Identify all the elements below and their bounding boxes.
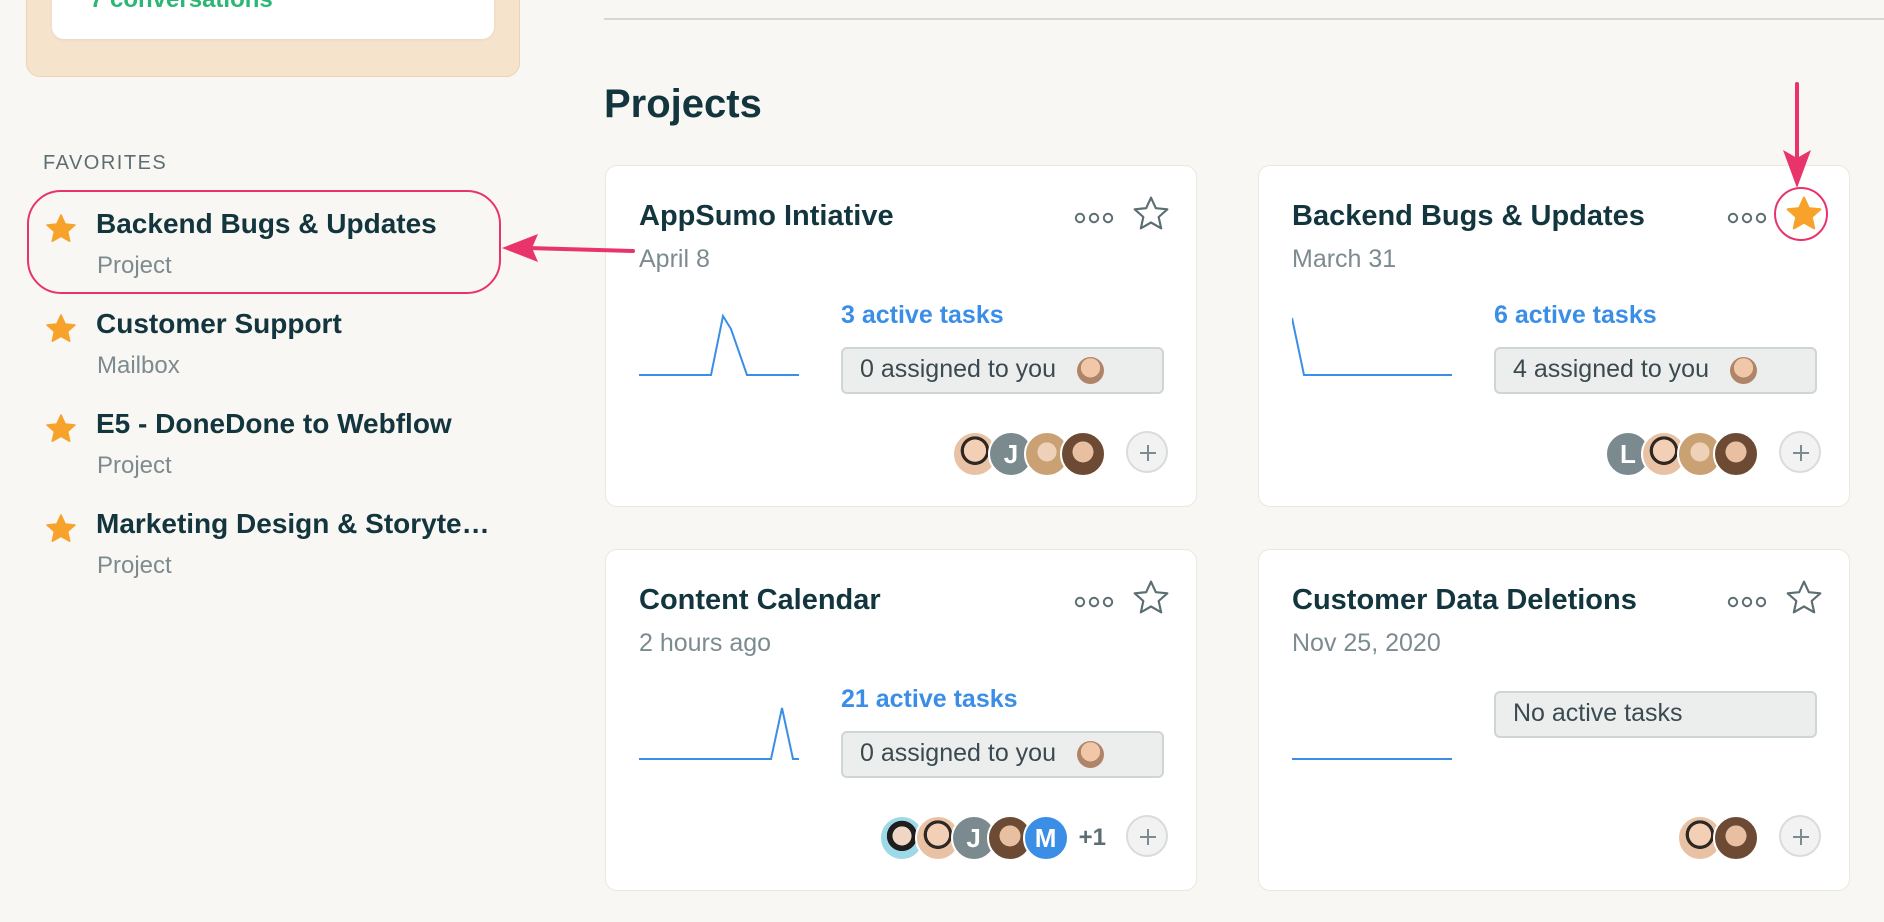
conversations-count[interactable]: 7 conversations — [90, 0, 273, 14]
project-card-backend-bugs[interactable]: Backend Bugs & Updates March 31 6 active… — [1258, 165, 1850, 507]
favorite-subtitle: Project — [97, 452, 172, 479]
assigned-label: 4 assigned to you — [1513, 355, 1709, 383]
assigned-to-you-badge[interactable]: 4 assigned to you — [1494, 347, 1817, 394]
avatar[interactable] — [1713, 815, 1759, 861]
star-filled-icon[interactable] — [44, 312, 78, 346]
assigned-label: 0 assigned to you — [860, 739, 1056, 767]
avatar — [1730, 357, 1757, 384]
member-avatars — [1677, 815, 1759, 861]
star-filled-icon[interactable] — [1784, 194, 1824, 234]
favorite-title: Customer Support — [96, 308, 342, 339]
more-dots-icon[interactable] — [1727, 210, 1767, 226]
project-title[interactable]: Backend Bugs & Updates — [1292, 200, 1645, 233]
sidebar: 7 conversations FAVORITES Backend Bugs &… — [0, 0, 560, 922]
project-card-content-calendar[interactable]: Content Calendar 2 hours ago 21 active t… — [605, 549, 1197, 891]
favorite-item-e5-donedone[interactable]: E5 - DoneDone to Webflow Project — [40, 402, 520, 492]
project-card-customer-data-deletions[interactable]: Customer Data Deletions Nov 25, 2020 No … — [1258, 549, 1850, 891]
star-outline-icon[interactable] — [1131, 578, 1171, 618]
plus-icon — [1140, 445, 1156, 461]
assigned-to-you-badge[interactable]: 0 assigned to you — [841, 347, 1164, 394]
active-tasks-link[interactable]: 3 active tasks — [841, 301, 1004, 330]
more-dots-icon[interactable] — [1074, 210, 1114, 226]
project-card-appsumo[interactable]: AppSumo Intiative April 8 3 active tasks… — [605, 165, 1197, 507]
add-member-button[interactable] — [1126, 431, 1168, 473]
star-outline-icon[interactable] — [1784, 578, 1824, 618]
divider — [604, 18, 1884, 20]
avatar — [1077, 357, 1104, 384]
add-member-button[interactable] — [1779, 431, 1821, 473]
more-dots-icon[interactable] — [1727, 594, 1767, 610]
project-title[interactable]: Content Calendar — [639, 584, 881, 617]
favorite-title: Marketing Design & Storyte… — [96, 508, 490, 539]
favorite-item-customer-support[interactable]: Customer Support Mailbox — [40, 302, 520, 392]
favorite-subtitle: Mailbox — [97, 352, 180, 379]
star-filled-icon[interactable] — [44, 412, 78, 446]
active-tasks-link[interactable]: 21 active tasks — [841, 685, 1018, 714]
more-members-count[interactable]: +1 — [1079, 824, 1106, 852]
plus-icon — [1793, 829, 1809, 845]
annotation-arrow — [1783, 82, 1811, 188]
more-dots-icon[interactable] — [1074, 594, 1114, 610]
favorite-subtitle: Project — [97, 552, 172, 579]
star-filled-icon[interactable] — [44, 512, 78, 546]
add-member-button[interactable] — [1779, 815, 1821, 857]
activity-sparkline — [639, 707, 799, 760]
project-date: 2 hours ago — [639, 629, 772, 657]
avatar — [1077, 741, 1104, 768]
assigned-label: 0 assigned to you — [860, 355, 1056, 383]
project-title[interactable]: Customer Data Deletions — [1292, 584, 1637, 617]
project-title[interactable]: AppSumo Intiative — [639, 200, 894, 233]
assigned-to-you-badge[interactable]: 0 assigned to you — [841, 731, 1164, 778]
favorites-heading: FAVORITES — [43, 152, 168, 174]
annotation-highlight-ring — [27, 190, 501, 294]
project-date: April 8 — [639, 245, 710, 273]
avatar[interactable] — [1060, 431, 1106, 477]
project-date: March 31 — [1292, 245, 1397, 273]
annotation-arrow — [502, 234, 635, 262]
no-active-tasks-badge: No active tasks — [1494, 691, 1817, 738]
star-outline-icon[interactable] — [1131, 194, 1171, 234]
activity-sparkline — [639, 313, 799, 376]
member-avatars: J — [952, 431, 1106, 477]
avatar[interactable]: M — [1022, 815, 1069, 861]
plus-icon — [1140, 829, 1156, 845]
member-avatars: J M +1 — [878, 815, 1106, 861]
favorite-title: E5 - DoneDone to Webflow — [96, 408, 452, 439]
favorite-item-marketing-design[interactable]: Marketing Design & Storyte… Project — [40, 502, 520, 592]
plus-icon — [1793, 445, 1809, 461]
page-title: Projects — [604, 82, 762, 126]
active-tasks-link[interactable]: 6 active tasks — [1494, 301, 1657, 330]
member-avatars: L — [1605, 431, 1759, 477]
project-date: Nov 25, 2020 — [1292, 629, 1441, 657]
add-member-button[interactable] — [1126, 815, 1168, 857]
avatar[interactable] — [1713, 431, 1759, 477]
activity-sparkline — [1292, 317, 1452, 376]
activity-sparkline — [1292, 758, 1452, 760]
